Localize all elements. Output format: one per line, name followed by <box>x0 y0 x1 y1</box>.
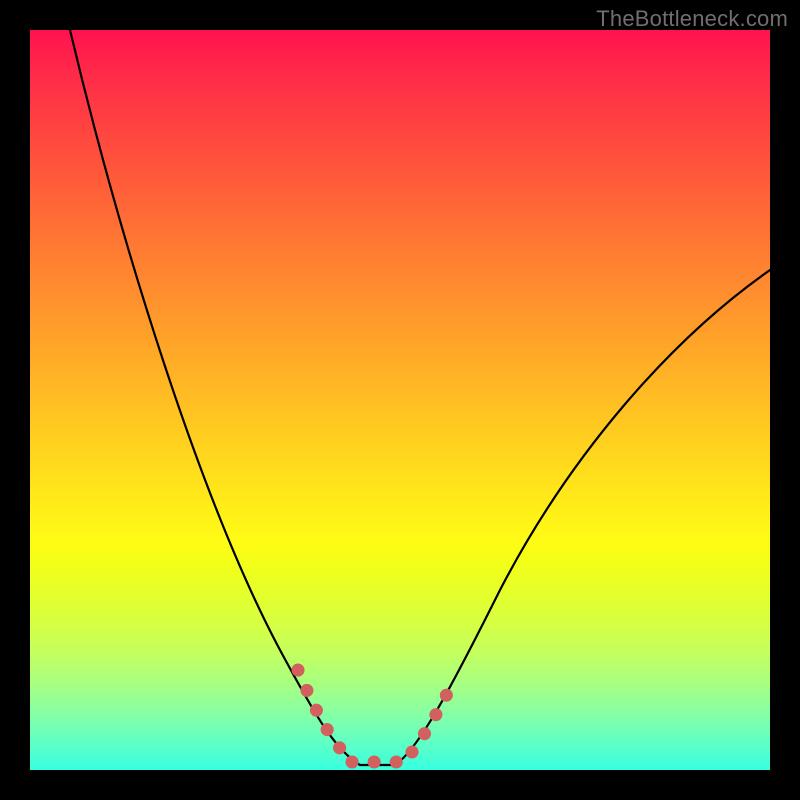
optimal-range-left-dots <box>298 670 352 762</box>
watermark-text: TheBottleneck.com <box>596 6 788 32</box>
chart-plot-area <box>30 30 770 770</box>
chart-svg <box>30 30 770 770</box>
bottleneck-curve <box>70 30 770 765</box>
